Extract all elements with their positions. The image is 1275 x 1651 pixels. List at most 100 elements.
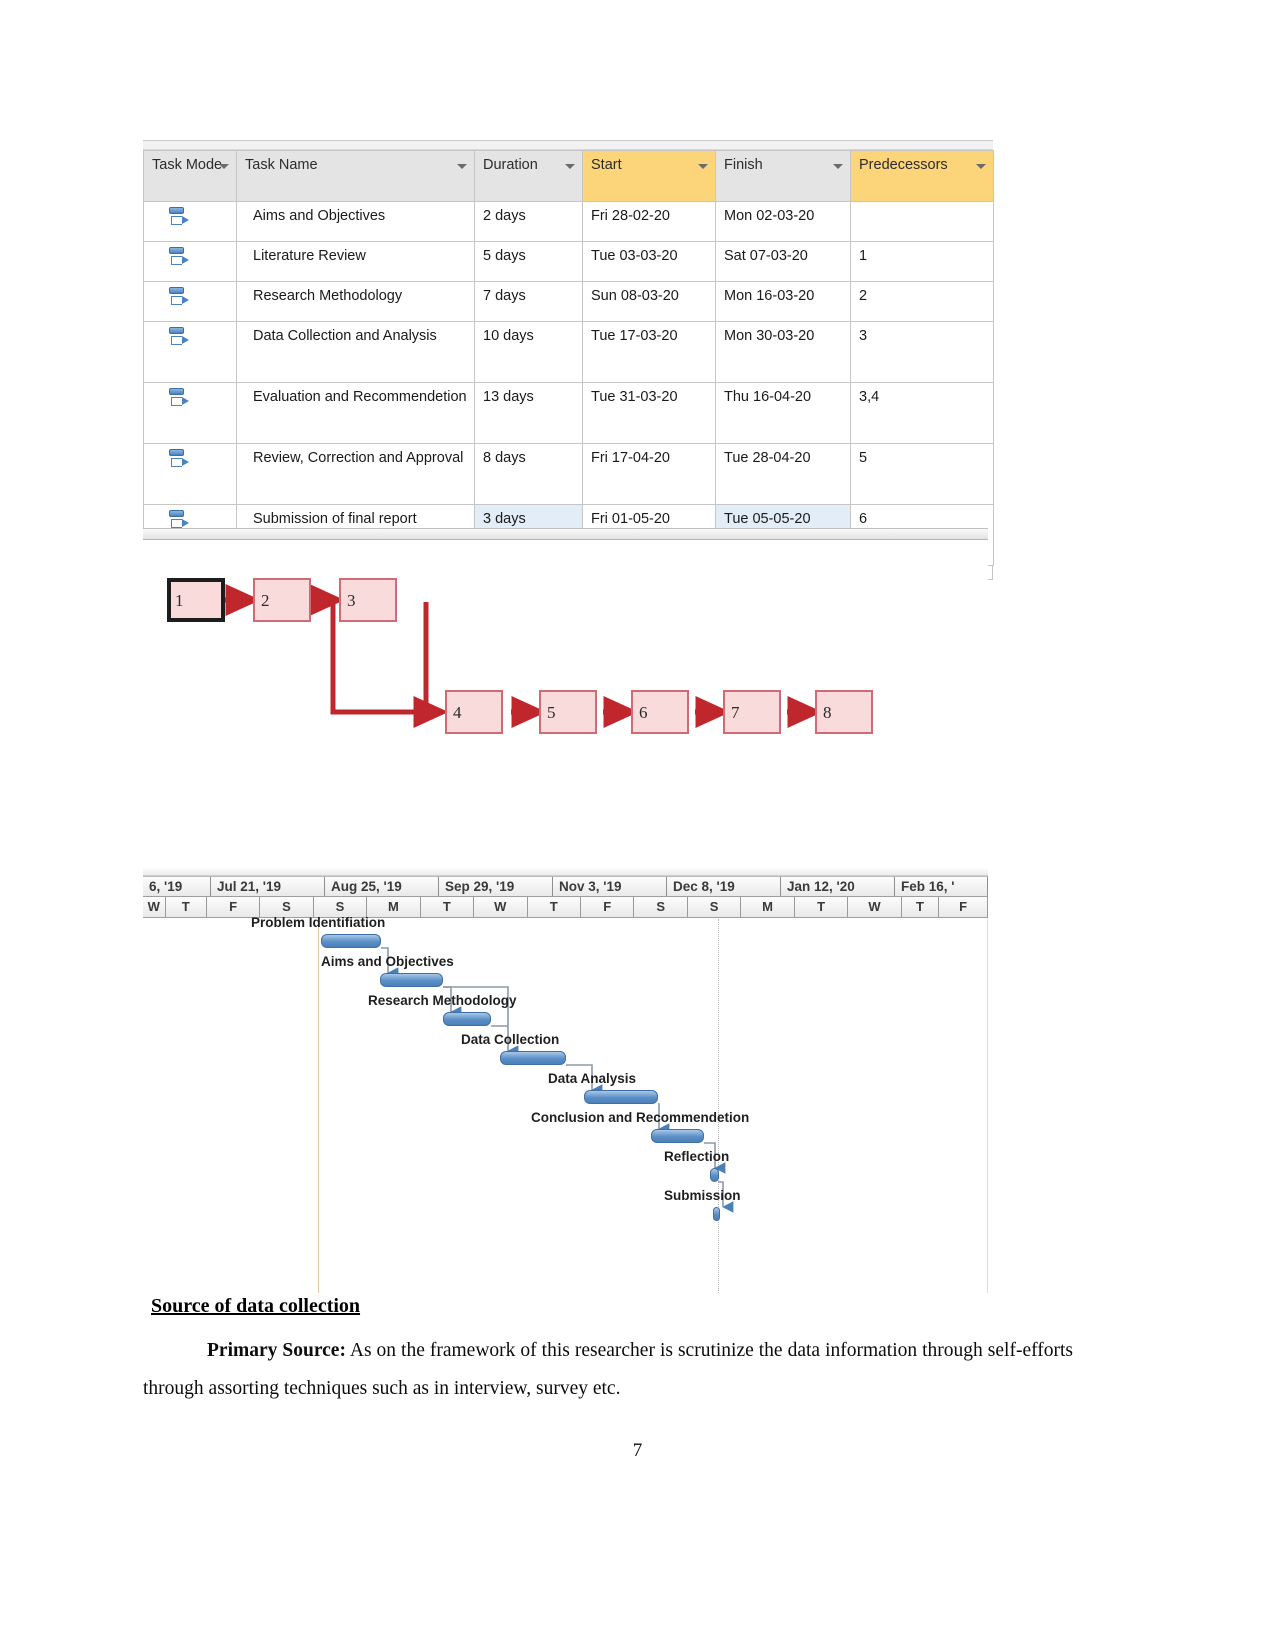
timeline-day-cell[interactable]: F	[207, 897, 261, 917]
timeline-day-cell[interactable]: T	[902, 897, 940, 917]
timeline-day-cell[interactable]: M	[367, 897, 421, 917]
duration-cell[interactable]: 5 days	[474, 241, 583, 283]
paragraph-primary-source: Primary Source: As on the framework of t…	[143, 1332, 1073, 1408]
timeline-month-cell[interactable]: Aug 25, '19	[325, 877, 439, 896]
network-node-label: 3	[347, 591, 356, 610]
timeline-day-cell[interactable]: W	[848, 897, 902, 917]
task-mode-cell[interactable]	[143, 321, 237, 384]
duration-cell[interactable]: 2 days	[474, 200, 583, 243]
start-cell[interactable]: Tue 17-03-20	[582, 321, 716, 384]
chevron-down-icon[interactable]	[698, 164, 708, 169]
chevron-down-icon[interactable]	[976, 164, 986, 169]
network-node-5[interactable]: 5	[539, 690, 597, 734]
timeline-day-cell[interactable]: S	[634, 897, 688, 917]
network-node-2[interactable]: 2	[253, 578, 311, 622]
predecessors-cell[interactable]	[850, 200, 994, 243]
task-mode-cell[interactable]	[143, 281, 237, 323]
manually-scheduled-icon	[168, 326, 190, 350]
finish-cell[interactable]: Mon 16-03-20	[715, 281, 851, 323]
predecessors-cell[interactable]: 1	[850, 241, 994, 283]
task-name-cell[interactable]: Evaluation and Recommendetion	[236, 382, 475, 445]
table-row[interactable]: Review, Correction and Approval 8 days F…	[143, 443, 994, 506]
predecessors-cell[interactable]: 5	[850, 443, 994, 506]
task-name-cell[interactable]: Research Methodology	[236, 281, 475, 323]
duration-cell[interactable]: 8 days	[474, 443, 583, 506]
table-row[interactable]: Evaluation and Recommendetion 13 days Tu…	[143, 382, 994, 445]
gantt-bar-aims-and-objectives[interactable]	[380, 973, 443, 987]
timeline-month-cell[interactable]: Dec 8, '19	[667, 877, 781, 896]
timeline-day-cell[interactable]: S	[260, 897, 314, 917]
gantt-bar-research-methodology[interactable]	[443, 1012, 491, 1026]
timeline-day-cell[interactable]: M	[741, 897, 795, 917]
network-node-1[interactable]: 1	[167, 578, 225, 622]
task-name-cell[interactable]: Aims and Objectives	[236, 200, 475, 243]
timeline-month-cell[interactable]: Jul 21, '19	[211, 877, 325, 896]
task-mode-cell[interactable]	[143, 382, 237, 445]
gantt-bar-reflection[interactable]	[710, 1168, 719, 1182]
timeline-day-cell[interactable]: S	[688, 897, 742, 917]
task-mode-cell[interactable]	[143, 200, 237, 243]
finish-cell[interactable]: Sat 07-03-20	[715, 241, 851, 283]
chevron-down-icon[interactable]	[219, 164, 229, 169]
network-node-label: 6	[639, 703, 648, 722]
network-node-6[interactable]: 6	[631, 690, 689, 734]
duration-cell[interactable]: 13 days	[474, 382, 583, 445]
timeline-month-cell[interactable]: Sep 29, '19	[439, 877, 553, 896]
network-node-4[interactable]: 4	[445, 690, 503, 734]
chevron-down-icon[interactable]	[565, 164, 575, 169]
task-mode-cell[interactable]	[143, 443, 237, 506]
timeline-month-cell[interactable]: Nov 3, '19	[553, 877, 667, 896]
timeline-day-cell[interactable]: T	[528, 897, 581, 917]
duration-cell[interactable]: 10 days	[474, 321, 583, 384]
task-name-cell[interactable]: Data Collection and Analysis	[236, 321, 475, 384]
start-cell[interactable]: Fri 28-02-20	[582, 200, 716, 243]
timeline-day-cell[interactable]: S	[314, 897, 368, 917]
network-node-7[interactable]: 7	[723, 690, 781, 734]
column-header-start[interactable]: Start	[582, 150, 716, 202]
chevron-down-icon[interactable]	[833, 164, 843, 169]
timeline-day-cell[interactable]: W	[474, 897, 528, 917]
column-header-task-name[interactable]: Task Name	[236, 150, 475, 202]
duration-cell[interactable]: 7 days	[474, 281, 583, 323]
gantt-bar-problem-identification[interactable]	[321, 934, 381, 948]
start-cell[interactable]: Tue 03-03-20	[582, 241, 716, 283]
timeline-day-cell[interactable]: T	[166, 897, 207, 917]
start-cell[interactable]: Sun 08-03-20	[582, 281, 716, 323]
column-header-duration[interactable]: Duration	[474, 150, 583, 202]
column-header-predecessors[interactable]: Predecessors	[850, 150, 994, 202]
column-header-finish[interactable]: Finish	[715, 150, 851, 202]
table-row[interactable]: Data Collection and Analysis 10 days Tue…	[143, 321, 994, 384]
start-cell[interactable]: Fri 17-04-20	[582, 443, 716, 506]
predecessors-cell[interactable]: 3,4	[850, 382, 994, 445]
timeline-day-cell[interactable]: T	[795, 897, 849, 917]
timeline-day-cell[interactable]: F	[581, 897, 635, 917]
start-cell[interactable]: Tue 31-03-20	[582, 382, 716, 445]
table-row[interactable]: Literature Review 5 days Tue 03-03-20 Sa…	[143, 241, 994, 283]
timeline-day-cell[interactable]: T	[421, 897, 475, 917]
predecessors-cell[interactable]: 3	[850, 321, 994, 384]
chevron-down-icon[interactable]	[457, 164, 467, 169]
timeline-day-cell[interactable]: F	[939, 897, 988, 917]
table-row[interactable]: Research Methodology 7 days Sun 08-03-20…	[143, 281, 994, 323]
finish-cell[interactable]: Thu 16-04-20	[715, 382, 851, 445]
network-node-3[interactable]: 3	[339, 578, 397, 622]
finish-cell[interactable]: Tue 28-04-20	[715, 443, 851, 506]
gantt-bar-data-collection[interactable]	[500, 1051, 566, 1065]
gantt-bar-data-analysis[interactable]	[584, 1090, 658, 1104]
finish-cell[interactable]: Mon 02-03-20	[715, 200, 851, 243]
network-node-8[interactable]: 8	[815, 690, 873, 734]
task-name-cell[interactable]: Literature Review	[236, 241, 475, 283]
column-header-task-mode[interactable]: Task Mode	[143, 150, 237, 202]
finish-cell[interactable]: Mon 30-03-20	[715, 321, 851, 384]
predecessors-cell[interactable]: 2	[850, 281, 994, 323]
gantt-task-label: Data Collection	[461, 1032, 560, 1047]
task-mode-cell[interactable]	[143, 241, 237, 283]
timeline-month-cell[interactable]: Jan 12, '20	[781, 877, 895, 896]
timeline-day-cell[interactable]: W	[143, 897, 166, 917]
task-name-cell[interactable]: Review, Correction and Approval	[236, 443, 475, 506]
gantt-bar-submission[interactable]	[713, 1207, 720, 1221]
timeline-month-cell[interactable]: 6, '19	[143, 877, 211, 896]
timeline-month-cell[interactable]: Feb 16, '	[895, 877, 988, 896]
table-row[interactable]: Aims and Objectives 2 days Fri 28-02-20 …	[143, 200, 994, 243]
gantt-bar-conclusion-and-recommendation[interactable]	[651, 1129, 704, 1143]
